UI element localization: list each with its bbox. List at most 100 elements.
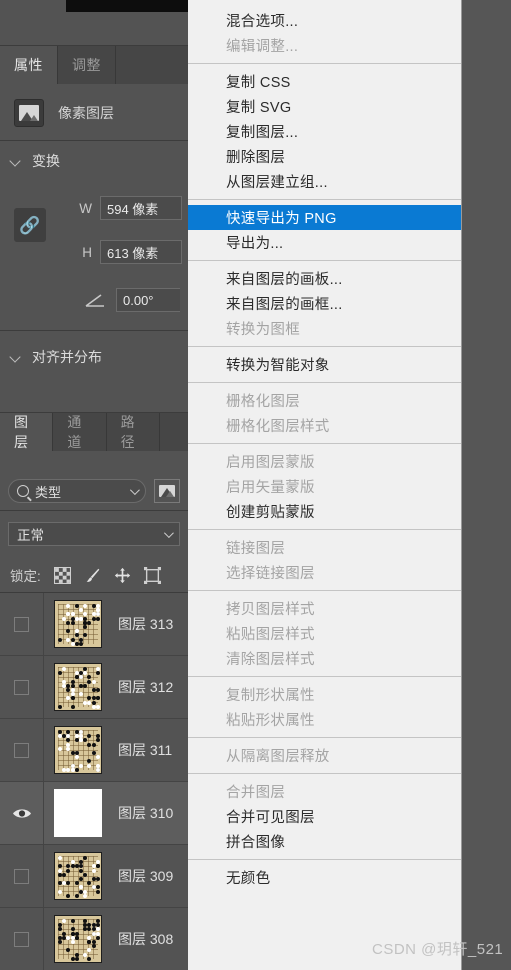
tabstrip-filler <box>116 46 188 84</box>
pixel-layer-icon <box>14 99 44 127</box>
menu-item: 从隔离图层释放 <box>226 749 330 765</box>
chevron-down-icon <box>129 484 140 495</box>
menu-item[interactable]: 拼合图像 <box>188 829 461 854</box>
section-align-label: 对齐并分布 <box>32 349 102 365</box>
layer-visibility-toggle-on[interactable] <box>0 782 44 844</box>
layer-visibility-toggle-off[interactable] <box>0 845 44 907</box>
menu-separator <box>188 199 461 200</box>
layer-filter-type-select[interactable]: 类型 <box>8 479 146 503</box>
watermark-text: CSDN @玥轩_521 <box>372 941 504 958</box>
tab-layers[interactable]: 图层 <box>0 413 54 451</box>
table-row[interactable]: 图层 312 <box>0 656 188 719</box>
menu-item[interactable]: 从图层建立组... <box>188 169 461 194</box>
section-transform[interactable]: 变换 <box>0 144 188 178</box>
menu-item: 栅格化图层 <box>226 394 300 410</box>
tab-paths[interactable]: 路径 <box>106 413 160 451</box>
brush-lock-icon[interactable] <box>84 567 101 584</box>
eye-slot-empty-icon <box>14 679 29 695</box>
section-align-distribute[interactable]: 对齐并分布 <box>0 340 188 374</box>
menu-item[interactable]: 导出为... <box>188 230 461 255</box>
image-filter-icon[interactable] <box>154 479 180 503</box>
eye-slot-empty-icon <box>14 742 29 758</box>
layer-name-label: 图层 308 <box>118 931 174 947</box>
layer-thumbnail-cell[interactable] <box>44 600 112 648</box>
menu-item[interactable]: 创建剪贴蒙版 <box>188 499 461 524</box>
table-row[interactable]: 图层 310 <box>0 782 188 845</box>
tab-properties[interactable]: 属性 <box>0 46 58 84</box>
menu-item: 链接图层 <box>226 541 286 557</box>
menu-separator <box>188 443 461 444</box>
menu-item[interactable]: 混合选项... <box>188 8 461 33</box>
canvas-gap <box>0 0 66 12</box>
menu-item[interactable]: 来自图层的画框... <box>188 291 461 316</box>
layer-thumbnail <box>54 789 102 837</box>
layer-filter-row: 类型 <box>0 473 188 509</box>
layer-context-menu[interactable]: 混合选项... 编辑调整... 复制 CSS 复制 SVG 复制图层... 删除图层 从图层… <box>188 0 462 970</box>
width-field-row: W 594 像素 <box>78 196 182 220</box>
width-label: W <box>79 200 92 216</box>
layer-visibility-toggle-off[interactable] <box>0 593 44 655</box>
blend-mode-select[interactable]: 正常 <box>8 522 180 546</box>
tab-adjustments[interactable]: 调整 <box>58 46 116 84</box>
layer-thumbnail <box>54 852 102 900</box>
angle-icon <box>84 292 108 308</box>
menu-separator <box>188 737 461 738</box>
layer-thumbnail <box>54 663 102 711</box>
menu-item[interactable]: 合并可见图层 <box>188 804 461 829</box>
menu-item[interactable]: 来自图层的画板... <box>188 266 461 291</box>
tab-layers-label: 图层 <box>14 414 29 450</box>
chevron-down-icon <box>10 351 22 363</box>
tab-paths-label: 路径 <box>120 414 136 450</box>
menu-item[interactable]: 复制 SVG <box>188 94 461 119</box>
menu-item: 复制形状属性 <box>226 688 315 704</box>
divider-below-filter <box>0 510 188 511</box>
angle-input[interactable]: 0.00° <box>116 288 180 312</box>
layers-list[interactable]: 图层 313 图层 312 图层 311 图层 310 图层 309 图层 308 <box>0 593 188 970</box>
properties-tabstrip: 属性 调整 <box>0 46 188 84</box>
tab-properties-label: 属性 <box>14 57 43 73</box>
panel-empty-area <box>0 12 188 45</box>
properties-header-label: 像素图层 <box>58 105 114 121</box>
chevron-down-icon <box>163 527 174 538</box>
menu-item: 启用矢量蒙版 <box>226 480 315 496</box>
artboard-lock-icon[interactable] <box>143 566 161 584</box>
move-lock-icon[interactable] <box>114 567 131 584</box>
transparency-lock-icon[interactable] <box>53 566 71 584</box>
menu-separator <box>188 590 461 591</box>
menu-item[interactable]: 转换为智能对象 <box>188 352 461 377</box>
menu-item: 粘贴图层样式 <box>226 627 315 643</box>
tab-channels[interactable]: 通道 <box>53 413 107 451</box>
layer-thumbnail-cell[interactable] <box>44 915 112 963</box>
lock-label: 锁定: <box>10 569 41 584</box>
menu-item[interactable]: 快速导出为 PNG <box>188 205 461 230</box>
layer-name-label: 图层 309 <box>118 868 174 884</box>
table-row[interactable]: 图层 313 <box>0 593 188 656</box>
menu-item[interactable]: 复制 CSS <box>188 69 461 94</box>
layer-visibility-toggle-off[interactable] <box>0 719 44 781</box>
table-row[interactable]: 图层 309 <box>0 845 188 908</box>
menu-separator <box>188 676 461 677</box>
menu-item[interactable]: 复制图层... <box>188 119 461 144</box>
layer-thumbnail-cell[interactable] <box>44 789 112 837</box>
chevron-down-icon <box>10 155 22 167</box>
menu-item: 清除图层样式 <box>226 652 315 668</box>
layer-name-label: 图层 310 <box>118 805 174 821</box>
table-row[interactable]: 图层 311 <box>0 719 188 782</box>
menu-separator <box>188 346 461 347</box>
link-width-height-button[interactable]: 🔗 <box>14 208 46 242</box>
layer-thumbnail-cell[interactable] <box>44 726 112 774</box>
layer-thumbnail-cell[interactable] <box>44 852 112 900</box>
layer-name-label: 图层 311 <box>118 742 173 758</box>
layer-visibility-toggle-off[interactable] <box>0 908 44 970</box>
eye-slot-empty-icon <box>14 931 29 947</box>
layer-name-label: 图层 313 <box>118 616 174 632</box>
right-workspace-strip <box>462 0 511 970</box>
menu-item[interactable]: 无颜色 <box>188 865 461 890</box>
layer-visibility-toggle-off[interactable] <box>0 656 44 718</box>
height-input[interactable]: 613 像素 <box>100 240 182 264</box>
layer-thumbnail-cell[interactable] <box>44 663 112 711</box>
layer-filter-value: 类型 <box>35 484 62 500</box>
table-row[interactable]: 图层 308 <box>0 908 188 970</box>
menu-item[interactable]: 删除图层 <box>188 144 461 169</box>
width-input[interactable]: 594 像素 <box>100 196 182 220</box>
